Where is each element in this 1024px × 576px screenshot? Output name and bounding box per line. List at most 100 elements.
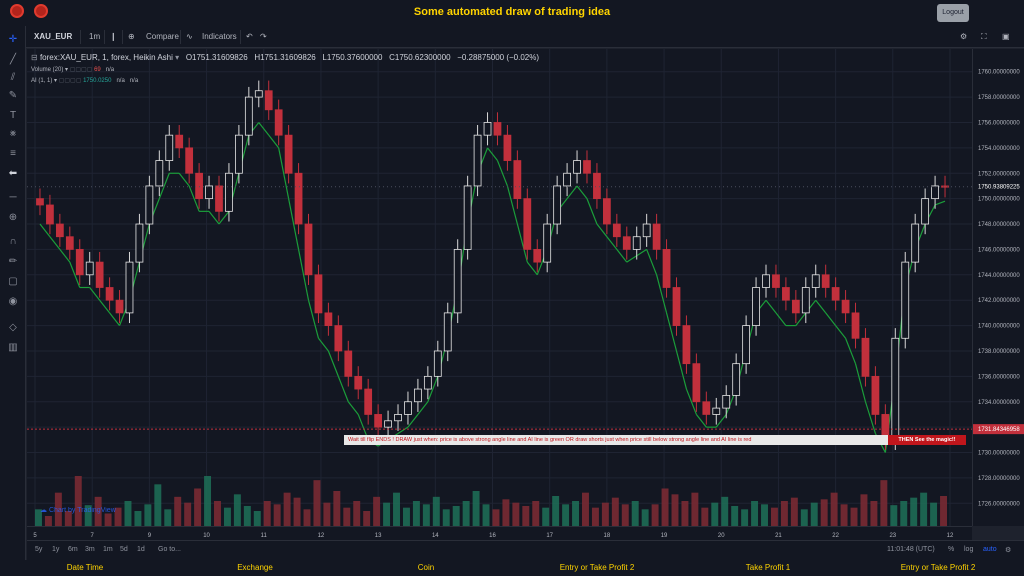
interval-select[interactable]: 1m — [89, 30, 100, 44]
ruler-icon[interactable]: ─ — [7, 192, 19, 204]
candle-style-icon[interactable]: ❙ — [110, 30, 117, 44]
price-axis[interactable]: 1760.00000000 1758.00000000 1756.00000000 1… — [972, 49, 1024, 526]
logout-button[interactable]: Logout — [937, 4, 969, 22]
series-name[interactable]: forex:XAU_EUR, 1, forex, Heikin Ashi — [40, 53, 173, 62]
volume-bar — [293, 497, 301, 526]
series-legend: ⊟ forex:XAU_EUR, 1, forex, Heikin Ashi ▾… — [31, 53, 539, 62]
range-3m[interactable]: 3m — [85, 546, 95, 553]
study-controls-icon[interactable]: ▢▢▢▢ — [70, 67, 93, 73]
volume-bar — [502, 499, 510, 526]
settings-icon[interactable]: ⊟ — [31, 53, 38, 62]
column-take-profit-1[interactable]: Take Profit 1 — [683, 563, 853, 572]
undo-icon[interactable]: ↶ — [246, 30, 253, 44]
forecast-icon[interactable]: ≡ — [7, 148, 19, 160]
lock-icon[interactable]: ▢ — [7, 276, 19, 288]
back-arrow-icon[interactable]: ⬅ — [7, 168, 19, 180]
chart-canvas[interactable] — [27, 49, 972, 526]
range-1y[interactable]: 1y — [52, 546, 59, 553]
ai-line-segment — [59, 249, 71, 263]
trash-icon[interactable]: ▥ — [7, 342, 19, 354]
log-toggle[interactable]: log — [964, 546, 973, 553]
pattern-icon[interactable]: ⨳ — [7, 128, 19, 140]
column-entry-tp2-b[interactable]: Entry or Take Profit 2 — [853, 563, 1023, 572]
snapshot-icon[interactable]: ▣ — [1002, 30, 1010, 44]
candle-body — [65, 236, 74, 250]
utc-clock[interactable]: 11:01:48 (UTC) — [887, 546, 935, 553]
ai-line-segment — [178, 172, 190, 187]
volume-bar — [522, 506, 530, 526]
symbol-search[interactable]: XAU_EUR — [34, 30, 72, 44]
candle-body — [612, 223, 621, 238]
ai-line-segment — [109, 312, 121, 326]
range-6m[interactable]: 6m — [68, 546, 78, 553]
range-5y[interactable]: 5y — [35, 546, 42, 553]
candle-body — [523, 198, 532, 250]
watermark-text[interactable]: Chart by TradingView — [49, 507, 116, 514]
range-1d[interactable]: 1d — [137, 546, 145, 553]
price-tick-label: 1758.00000000 — [978, 95, 1020, 101]
settings-icon[interactable]: ⚙ — [1005, 546, 1011, 554]
study-controls-icon[interactable]: ▢▢▢▢ — [59, 78, 82, 84]
redo-icon[interactable]: ↷ — [260, 30, 267, 44]
ai-line-segment — [39, 223, 51, 238]
compare-icon[interactable]: ⊕ — [128, 30, 135, 44]
volume-bar — [671, 494, 679, 526]
volume-bar — [283, 492, 291, 526]
volume-bar — [532, 501, 540, 526]
candle-body — [105, 287, 114, 301]
marker-price-label: 1731.84346958 — [978, 427, 1020, 433]
crosshair-icon[interactable]: ✛ — [7, 34, 19, 46]
candle-body — [414, 388, 422, 403]
pencil-lock-icon[interactable]: ✏ — [7, 256, 19, 268]
range-5d[interactable]: 5d — [120, 546, 128, 553]
auto-toggle[interactable]: auto — [983, 546, 997, 553]
candle-body — [453, 249, 462, 314]
divider — [240, 30, 241, 44]
indicators-icon[interactable]: ∿ — [186, 30, 193, 44]
candle-body — [503, 134, 512, 161]
volume-bar — [104, 513, 112, 526]
zoom-icon[interactable]: ⊕ — [7, 212, 19, 224]
volume-label[interactable]: Volume (20) — [31, 67, 63, 73]
percent-toggle[interactable]: % — [948, 546, 954, 553]
price-axis-canvas[interactable]: 1760.00000000 1758.00000000 1756.00000000 1… — [973, 49, 1024, 526]
goto-button[interactable]: Go to... — [158, 546, 181, 553]
magnet-icon[interactable]: ∩ — [7, 236, 19, 248]
chevron-down-icon[interactable]: ▾ — [54, 78, 57, 84]
candle-body — [891, 337, 900, 441]
range-1m[interactable]: 1m — [103, 546, 113, 553]
candle-body — [682, 325, 691, 365]
candle-body — [294, 172, 303, 225]
indicators-button[interactable]: Indicators — [202, 30, 237, 44]
fib-icon[interactable]: ⫽ — [7, 72, 19, 84]
fullscreen-icon[interactable]: ⛶ — [981, 30, 987, 44]
time-axis[interactable]: 5 7 9 10 11 12 13 14 16 17 18 19 20 21 22 23 12 — [27, 526, 972, 540]
candle-body — [364, 388, 373, 415]
price-chart[interactable] — [27, 49, 972, 526]
brush-icon[interactable]: ✎ — [7, 90, 19, 102]
column-coin[interactable]: Coin — [341, 563, 511, 572]
layers-icon[interactable]: ◇ — [7, 322, 19, 334]
candle-body — [394, 414, 402, 422]
divider — [80, 30, 81, 44]
compare-button[interactable]: Compare — [146, 30, 179, 44]
time-axis-canvas[interactable]: 5 7 9 10 11 12 13 14 16 17 18 19 20 21 22 23 12 — [27, 527, 972, 541]
candle-body — [185, 147, 194, 174]
divider — [122, 30, 123, 44]
column-exchange[interactable]: Exchange — [170, 563, 340, 572]
eye-icon[interactable]: ◉ — [7, 296, 19, 308]
trendline-icon[interactable]: ╱ — [7, 54, 19, 66]
settings-icon[interactable]: ⚙ — [960, 30, 967, 44]
column-date-time[interactable]: Date Time — [0, 563, 170, 572]
chevron-down-icon[interactable]: ▾ — [175, 53, 179, 62]
text-icon[interactable]: T — [7, 110, 19, 122]
ai-label[interactable]: AI (1, 1) — [31, 78, 52, 84]
volume-bar — [830, 492, 838, 526]
candle-body — [662, 249, 671, 288]
tradingview-watermark[interactable]: ☁ Chart by TradingView — [40, 506, 116, 514]
volume-bar — [223, 507, 231, 526]
column-entry-tp2[interactable]: Entry or Take Profit 2 — [512, 563, 682, 572]
ai-line-segment — [646, 249, 658, 276]
chevron-down-icon[interactable]: ▾ — [65, 67, 68, 73]
volume-bar — [174, 496, 182, 526]
